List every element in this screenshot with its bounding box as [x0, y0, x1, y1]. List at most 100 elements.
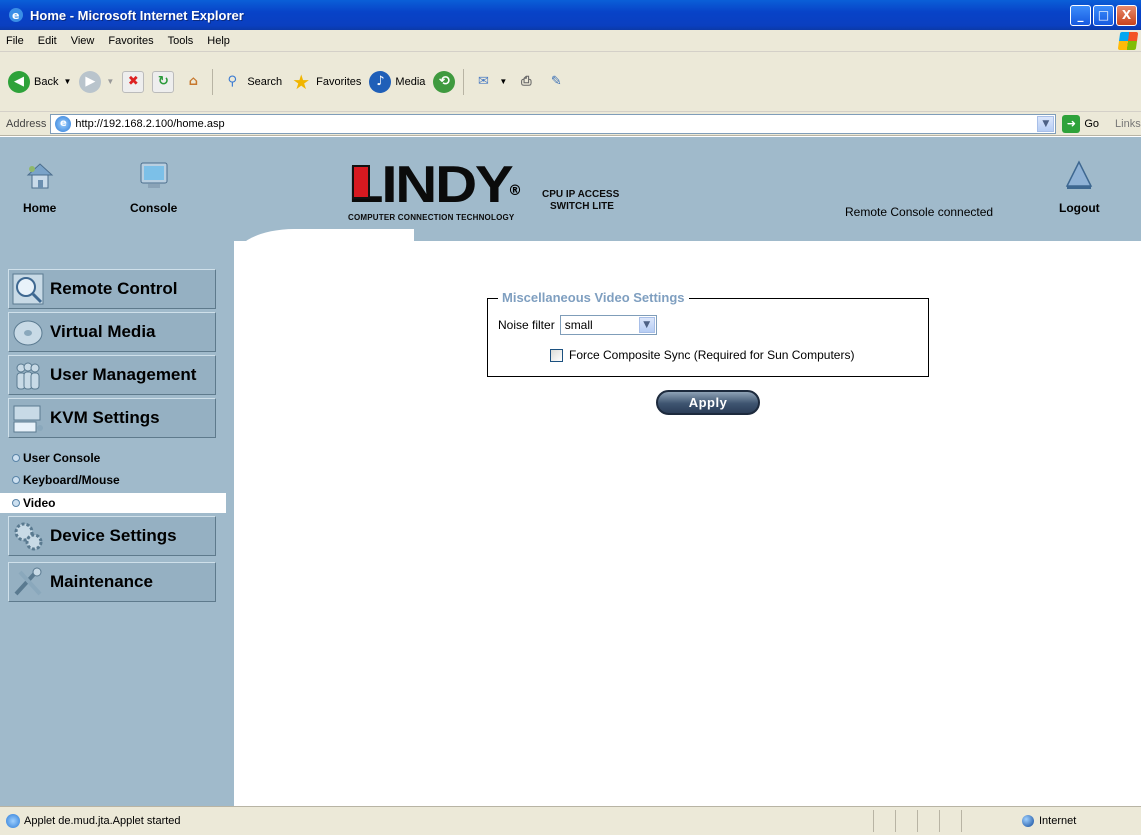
favorites-label: Favorites — [316, 75, 362, 88]
refresh-icon: ↻ — [152, 70, 175, 93]
media-icon: ♪ — [369, 70, 392, 93]
browser-toolbar: ◀ Back ▼ ▶ ▼ ✖ ↻ ⌂ ⚲ Search ★ Favorites … — [0, 52, 1141, 112]
sidebar-subitem-keyboard-mouse[interactable]: Keyboard/Mouse — [8, 470, 234, 490]
window-title: Home - Microsoft Internet Explorer — [30, 7, 244, 23]
address-bar: Address e http://192.168.2.100/home.asp … — [0, 112, 1141, 136]
edit-button[interactable]: ✎ — [545, 71, 567, 93]
logo-red-block — [352, 165, 370, 199]
home-icon — [26, 163, 53, 189]
sidebar-item-remote-control[interactable]: Remote Control — [8, 269, 216, 309]
console-label: Console — [130, 201, 178, 215]
menu-help[interactable]: Help — [207, 35, 230, 47]
minimize-button[interactable]: _ — [1070, 4, 1091, 26]
house-icon: ⌂ — [188, 74, 198, 89]
force-sync-row: Force Composite Sync (Required for Sun C… — [550, 348, 854, 362]
sidebar-item-label: User Management — [50, 365, 197, 384]
bullet-icon — [12, 499, 20, 507]
title-bar: e Home - Microsoft Internet Explorer _ □… — [0, 0, 1141, 30]
page-icon: e — [55, 115, 72, 132]
forward-button[interactable]: ▶ ▼ — [79, 70, 114, 93]
menu-favorites[interactable]: Favorites — [108, 35, 153, 47]
globe-icon — [1022, 815, 1034, 827]
sidebar-item-maintenance[interactable]: Maintenance — [8, 562, 216, 602]
go-button[interactable]: ➜ Go — [1062, 114, 1099, 133]
toolbar-separator — [463, 68, 465, 95]
sidebar-item-label: Maintenance — [50, 572, 153, 591]
menu-file[interactable]: File — [6, 35, 24, 47]
users-icon — [16, 362, 40, 390]
back-button[interactable]: ◀ Back ▼ — [8, 70, 71, 93]
sidebar-subitem-video[interactable]: Video — [0, 493, 226, 513]
toolbar-separator — [212, 68, 214, 95]
address-url[interactable]: http://192.168.2.100/home.asp — [75, 118, 1037, 130]
chevron-down-icon[interactable]: ▼ — [1037, 115, 1055, 132]
menu-view[interactable]: View — [71, 35, 95, 47]
chevron-down-icon[interactable]: ▼ — [499, 77, 507, 86]
media-button[interactable]: ♪ Media — [369, 70, 425, 93]
address-input[interactable]: e http://192.168.2.100/home.asp ▼ — [50, 113, 1057, 134]
refresh-button[interactable]: ↻ — [152, 70, 175, 93]
force-sync-checkbox[interactable] — [550, 348, 563, 362]
windows-logo-icon — [1117, 32, 1139, 50]
home-nav-button[interactable]: Home — [23, 137, 56, 215]
status-message: Applet de.mud.jta.Applet started — [24, 815, 181, 827]
home-browser-button[interactable]: ⌂ — [182, 71, 204, 93]
sidebar-item-kvm-settings[interactable]: KVM Settings — [8, 398, 216, 438]
menu-edit[interactable]: Edit — [38, 35, 57, 47]
mail-button[interactable]: ✉ ▼ — [472, 71, 507, 93]
sidebar-item-label: KVM Settings — [50, 408, 160, 427]
maximize-button[interactable]: □ — [1093, 4, 1114, 26]
keyboard-icon — [13, 405, 43, 433]
logo-registered: ® — [508, 183, 522, 199]
settings-legend: Miscellaneous Video Settings — [498, 290, 689, 305]
favorites-button[interactable]: ★ Favorites — [290, 69, 362, 94]
sidebar-subitem-user-console[interactable]: User Console — [8, 448, 234, 468]
page-status-icon — [6, 814, 20, 828]
logo-tagline: COMPUTER CONNECTION TECHNOLOGY — [348, 213, 515, 222]
sidebar-item-label: Device Settings — [50, 526, 177, 545]
monitor-icon — [140, 162, 168, 188]
sidebar-item-user-management[interactable]: User Management — [8, 355, 216, 395]
ie-icon: e — [9, 8, 23, 22]
logout-button[interactable]: Logout — [1059, 137, 1100, 215]
sidebar-subitem-label: Video — [23, 496, 56, 510]
sidebar-subitem-label: User Console — [23, 451, 101, 465]
status-bar: Applet de.mud.jta.Applet started Interne… — [0, 806, 1141, 835]
noise-filter-label: Noise filter — [498, 318, 555, 332]
search-button[interactable]: ⚲ Search — [221, 71, 283, 93]
chevron-down-icon[interactable]: ▼ — [63, 77, 71, 86]
close-button[interactable]: X — [1116, 4, 1137, 26]
stop-button[interactable]: ✖ — [122, 70, 145, 93]
chevron-down-icon[interactable]: ▼ — [638, 317, 655, 333]
status-pane — [917, 810, 939, 832]
print-button[interactable]: ⎙ — [515, 71, 537, 93]
stop-icon: ✖ — [122, 70, 145, 93]
mail-icon: ✉ — [477, 74, 489, 89]
menu-bar: File Edit View Favorites Tools Help — [0, 30, 1141, 52]
console-nav-button[interactable]: Console — [130, 137, 177, 215]
lindy-logo: LINDY ® CPU IP ACCESS SWITCH LITE COMPUT… — [348, 156, 638, 222]
star-icon: ★ — [292, 69, 311, 94]
logo-product-line2: SWITCH LITE — [550, 201, 614, 212]
sidebar-item-device-settings[interactable]: Device Settings — [8, 516, 216, 556]
security-zone: Internet — [961, 810, 1141, 832]
search-icon: ⚲ — [227, 74, 238, 89]
noise-filter-select[interactable]: small ▼ — [559, 315, 657, 335]
disc-icon — [13, 320, 43, 346]
status-pane — [939, 810, 961, 832]
sidebar-item-label: Virtual Media — [50, 322, 156, 341]
home-label: Home — [23, 201, 57, 215]
tools-icon — [14, 567, 42, 596]
links-button[interactable]: Links — [1115, 118, 1141, 130]
apply-button[interactable]: Apply — [656, 390, 760, 415]
gears-icon — [14, 522, 43, 551]
logo-brand: LINDY — [348, 156, 514, 214]
logout-icon — [1066, 160, 1093, 189]
back-label: Back — [34, 75, 59, 88]
menu-tools[interactable]: Tools — [168, 35, 194, 47]
chevron-down-icon[interactable]: ▼ — [106, 77, 114, 86]
sidebar-item-virtual-media[interactable]: Virtual Media — [8, 312, 216, 352]
history-button[interactable]: ⟲ — [433, 70, 456, 93]
sidebar-subitem-label: Keyboard/Mouse — [23, 473, 120, 487]
logo-product-line1: CPU IP ACCESS — [542, 189, 620, 200]
